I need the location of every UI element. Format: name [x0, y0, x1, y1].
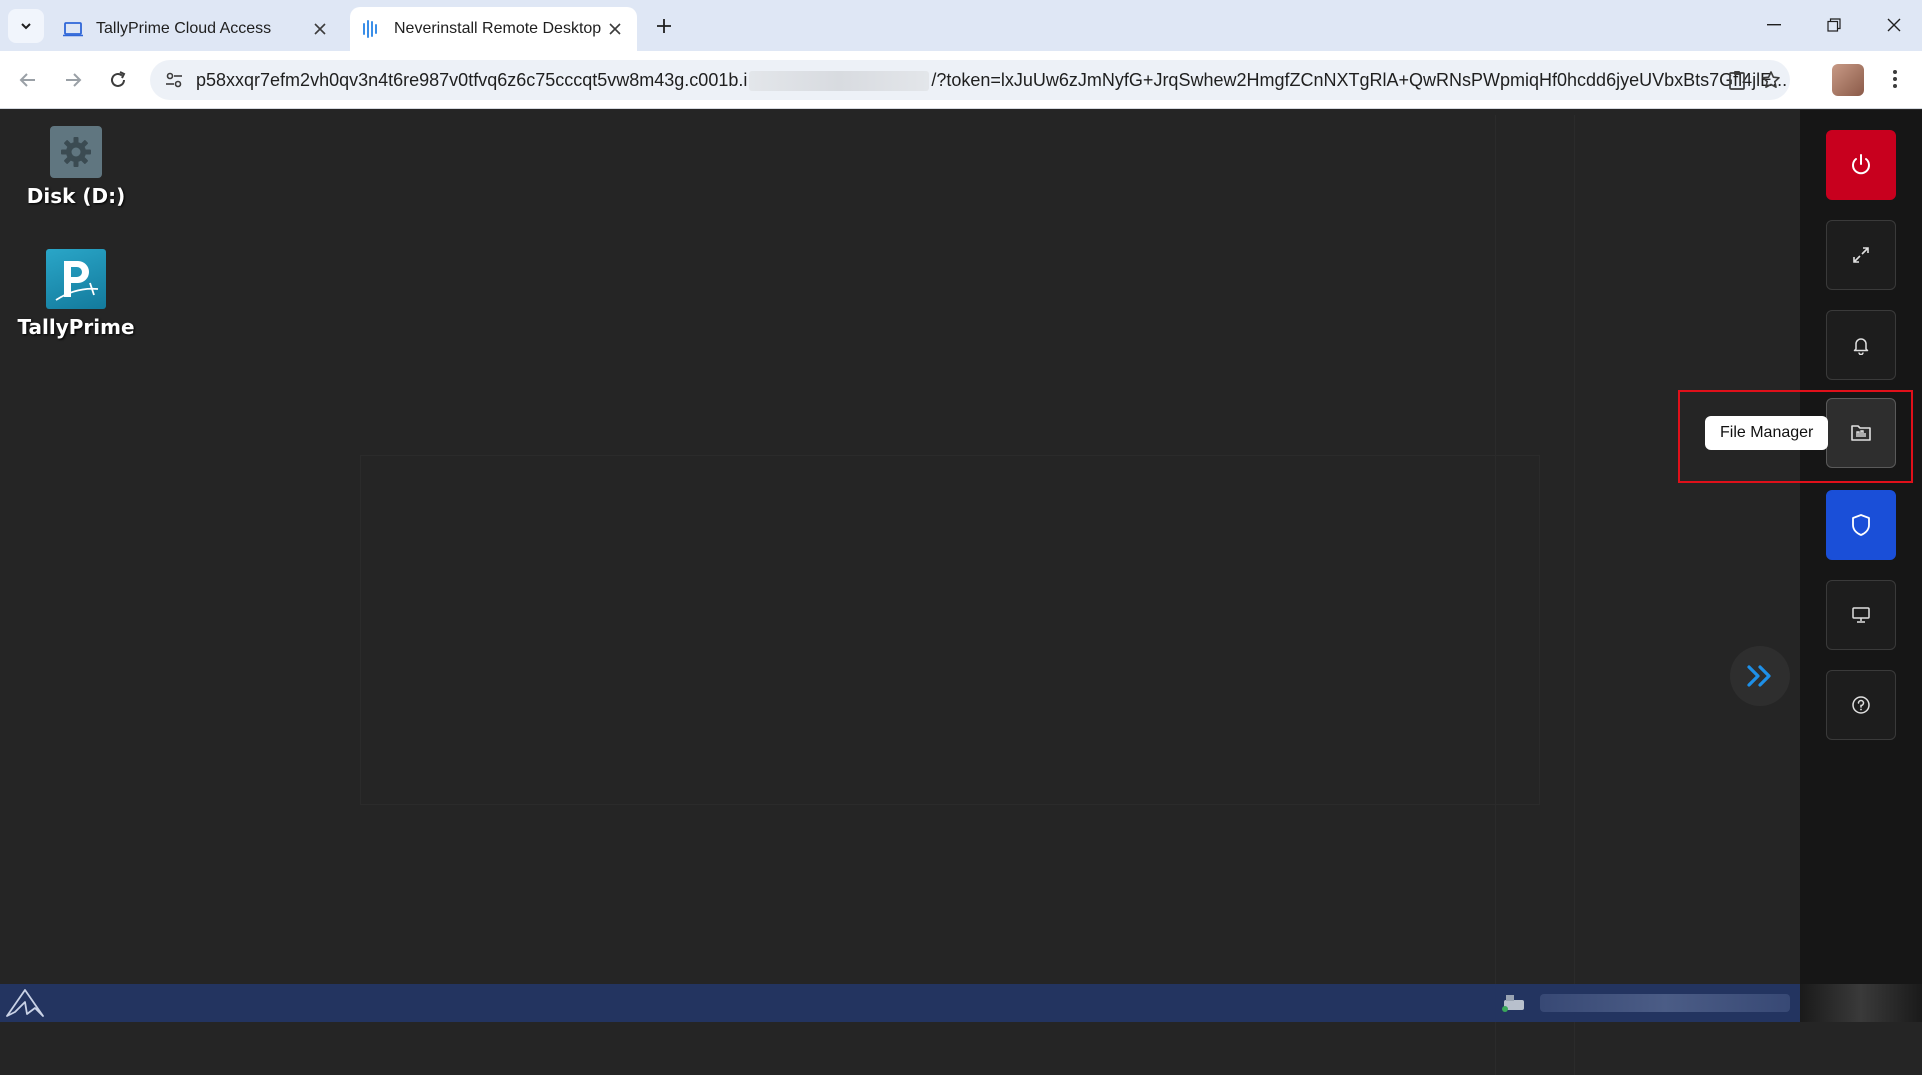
- close-window-button[interactable]: [1866, 0, 1922, 50]
- url-end: /?token=lxJuUw6zJmNyfG+JrqSwhew2HmgfZCnN…: [931, 70, 1788, 90]
- settings-gear-icon: [50, 126, 102, 178]
- double-chevron-right-icon: [1747, 665, 1771, 687]
- plus-icon: [657, 19, 671, 33]
- remote-desktop[interactable]: Disk (D:) TallyPrime: [0, 110, 1800, 1075]
- address-bar[interactable]: p58xxqr7efm2vh0qv3n4t6re987v0tfvq6z6c75c…: [150, 60, 1790, 100]
- site-info-icon[interactable]: [160, 66, 188, 94]
- bell-icon: [1853, 338, 1869, 355]
- tab-title: TallyPrime Cloud Access: [96, 20, 272, 37]
- window-ghost-outline: [1495, 115, 1575, 1075]
- url-redacted: [749, 71, 930, 92]
- close-icon[interactable]: [601, 15, 629, 43]
- close-icon[interactable]: [306, 15, 334, 43]
- arrow-right-icon: [66, 73, 82, 87]
- neverinstall-logo-icon: [360, 18, 382, 40]
- restore-icon: [1827, 18, 1841, 32]
- network-tray-icon[interactable]: [1500, 992, 1528, 1014]
- reload-icon: [111, 71, 126, 87]
- tray-redacted-area: [1540, 994, 1790, 1012]
- browser-titlebar: TallyPrime Cloud Access Neverinstall Rem…: [0, 0, 1922, 51]
- taskbar: [0, 984, 1800, 1022]
- desktop-icon-disk-d[interactable]: Disk (D:): [1, 126, 151, 208]
- shield-icon: [1852, 514, 1870, 536]
- reload-button[interactable]: [101, 63, 135, 97]
- desktop-icon-label: TallyPrime: [17, 315, 135, 339]
- window-ghost-outline: [360, 455, 1540, 805]
- browser-toolbar: p58xxqr7efm2vh0qv3n4t6re987v0tfvq6z6c75c…: [0, 51, 1922, 109]
- close-icon: [1887, 18, 1901, 32]
- fullscreen-button[interactable]: [1826, 220, 1896, 290]
- monitor-icon: [1852, 607, 1870, 623]
- tallyprime-logo-icon: [46, 249, 106, 309]
- laptop-icon: [62, 18, 84, 40]
- desktop-icon-label: Disk (D:): [26, 184, 126, 208]
- taskbar-right-strip: [1800, 984, 1922, 1022]
- chevron-down-icon: [21, 23, 31, 30]
- panel-toggle-button[interactable]: [1730, 646, 1790, 706]
- tab-neverinstall-remote-desktop[interactable]: Neverinstall Remote Desktop: [350, 7, 637, 51]
- control-side-panel: [1800, 110, 1922, 1022]
- forward-button[interactable]: [56, 63, 90, 97]
- arrow-left-icon: [19, 73, 35, 87]
- url-text[interactable]: p58xxqr7efm2vh0qv3n4t6re987v0tfvq6z6c75c…: [196, 70, 1788, 92]
- browser-menu-button[interactable]: [1880, 62, 1910, 96]
- start-menu-button[interactable]: [2, 986, 48, 1020]
- profile-avatar[interactable]: [1832, 64, 1864, 96]
- clipboard-icon[interactable]: [1722, 66, 1752, 94]
- highlight-annotation-box: [1678, 390, 1913, 483]
- bookmark-star-icon[interactable]: [1756, 66, 1786, 94]
- tab-title: Neverinstall Remote Desktop: [394, 20, 601, 37]
- new-tab-button[interactable]: [648, 10, 680, 42]
- desktop-icon-tallyprime[interactable]: TallyPrime: [1, 249, 151, 339]
- expand-arrows-icon: [1853, 247, 1869, 263]
- display-button[interactable]: [1826, 580, 1896, 650]
- minimize-icon: [1767, 24, 1781, 26]
- notifications-button[interactable]: [1826, 310, 1896, 380]
- back-button[interactable]: [11, 63, 45, 97]
- tab-tallyprime-cloud-access[interactable]: TallyPrime Cloud Access: [52, 7, 342, 51]
- minimize-button[interactable]: [1746, 0, 1802, 50]
- power-button[interactable]: [1826, 130, 1896, 200]
- restore-button[interactable]: [1806, 0, 1862, 50]
- help-circle-icon: [1852, 696, 1870, 714]
- more-vertical-icon: [1893, 70, 1897, 88]
- security-button[interactable]: [1826, 490, 1896, 560]
- power-icon: [1852, 154, 1870, 175]
- url-start: p58xxqr7efm2vh0qv3n4t6re987v0tfvq6z6c75c…: [196, 70, 748, 90]
- tab-search-button[interactable]: [8, 9, 44, 43]
- start-logo-icon: [6, 989, 44, 1017]
- help-button[interactable]: [1826, 670, 1896, 740]
